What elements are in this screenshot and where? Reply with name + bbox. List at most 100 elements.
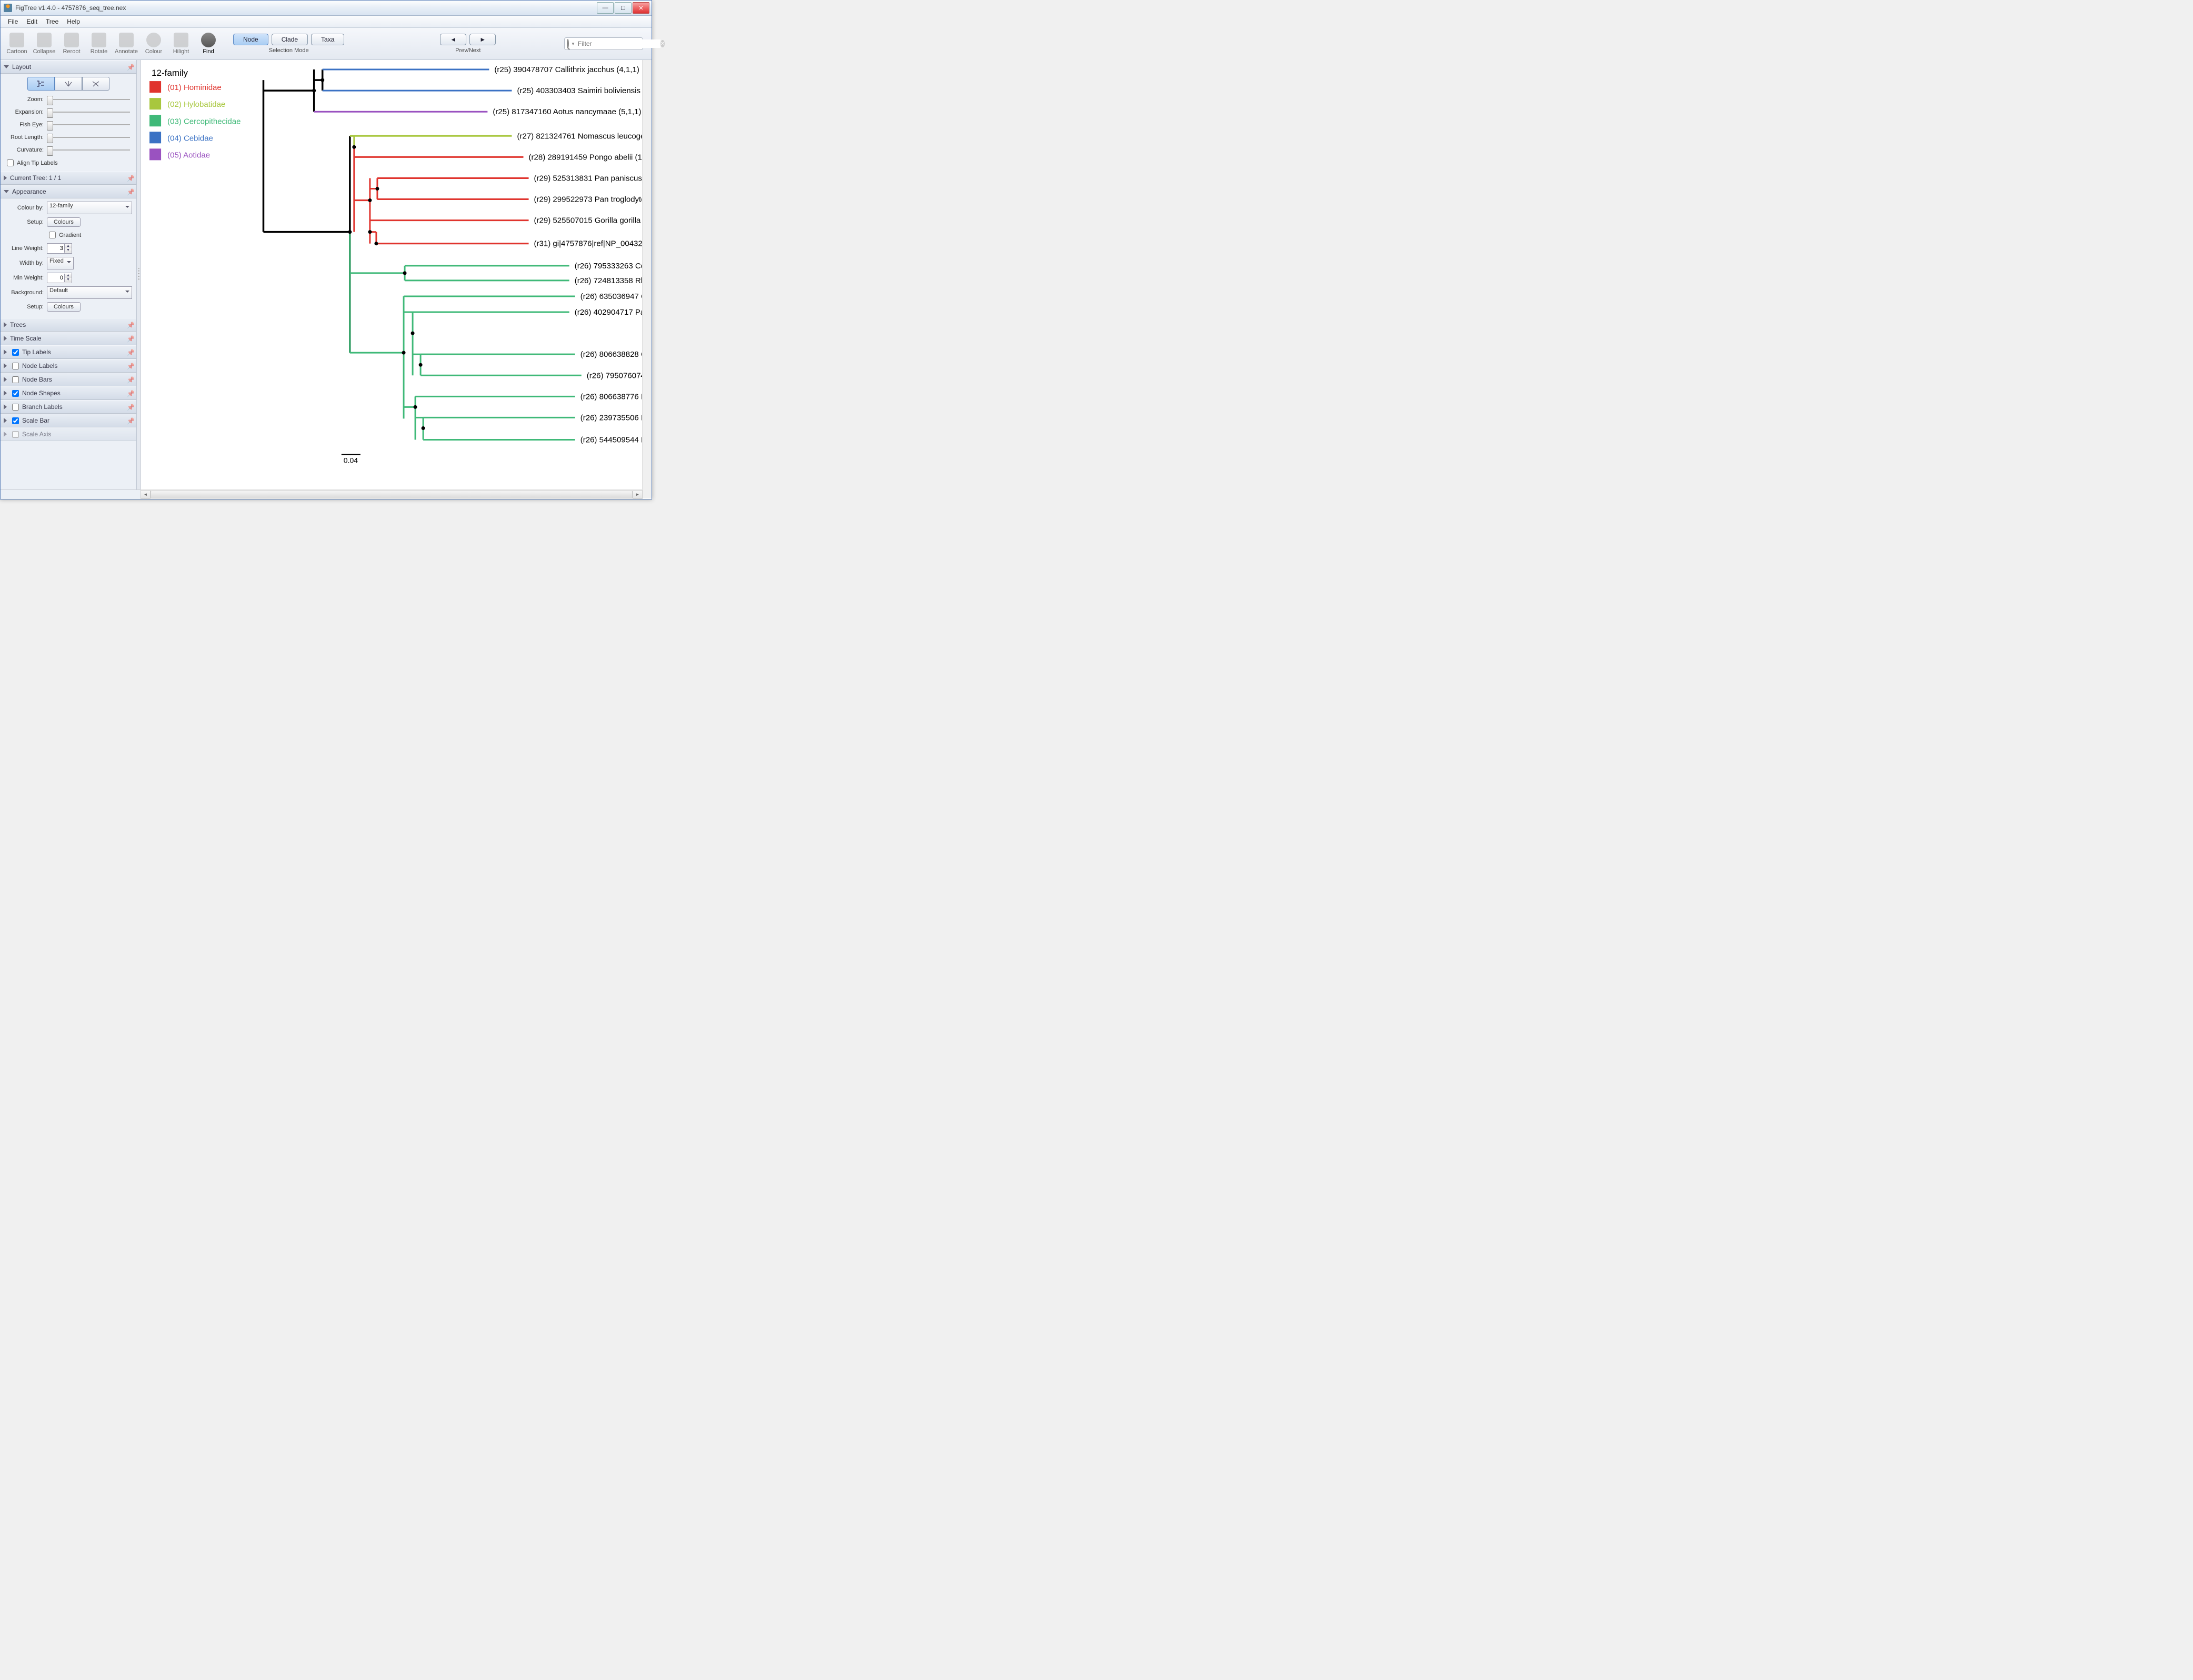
tip-label[interactable]: (r29) 525313831 Pan paniscus (1,1,1) xyxy=(534,174,642,183)
selmode-clade[interactable]: Clade xyxy=(272,34,308,45)
scroll-left-button[interactable]: ◄ xyxy=(141,490,151,499)
pin-icon[interactable]: 📌 xyxy=(127,64,133,70)
tip-label[interactable]: (r26) 635036947 Chlorocebus sabaeus (3,1… xyxy=(580,292,642,301)
spin-up-icon[interactable]: ▲ xyxy=(64,244,72,248)
clear-filter-button[interactable]: ✕ xyxy=(660,40,665,47)
fisheye-slider[interactable] xyxy=(47,120,132,129)
layout-rectangular[interactable] xyxy=(27,77,55,91)
pin-icon[interactable]: 📌 xyxy=(127,390,133,396)
panel-layout-header[interactable]: Layout 📌 xyxy=(1,60,136,74)
branchlabels-checkbox[interactable] xyxy=(12,404,19,411)
widthby-select[interactable]: Fixed xyxy=(47,257,74,269)
tool-colour[interactable]: Colour xyxy=(141,33,167,55)
next-button[interactable]: ► xyxy=(469,34,496,45)
spin-down-icon[interactable]: ▼ xyxy=(64,278,72,282)
tip-label[interactable]: (r27) 821324761 Nomascus leucogenys (2,1… xyxy=(517,132,642,141)
lineweight-stepper[interactable]: ▲▼ xyxy=(47,243,72,254)
menu-edit[interactable]: Edit xyxy=(22,17,42,26)
pin-icon[interactable]: 📌 xyxy=(127,363,133,369)
tip-label[interactable]: (r25) 390478707 Callithrix jacchus (4,1,… xyxy=(494,65,639,74)
colourby-select[interactable]: 12-family xyxy=(47,202,132,214)
scroll-right-button[interactable]: ► xyxy=(633,490,643,499)
pin-icon[interactable]: 📌 xyxy=(127,335,133,342)
tool-annotate[interactable]: Annotate xyxy=(113,33,139,55)
layout-radial[interactable] xyxy=(82,77,109,91)
panel-nodebars[interactable]: Node Bars📌 xyxy=(1,373,136,386)
close-button[interactable]: ✕ xyxy=(633,2,649,14)
tip-label[interactable]: (r26) 806638828 Cercocebus atys (3,1,1) xyxy=(580,350,642,359)
tip-label[interactable]: (r31) gi|4757876|ref|NP_004326.1| Homo s… xyxy=(534,239,642,248)
spin-up-icon[interactable]: ▲ xyxy=(64,274,72,278)
tip-label[interactable]: (r26) 806638776 Macaca nemestrina (3,1,1… xyxy=(580,392,642,401)
panel-tiplabels[interactable]: Tip Labels📌 xyxy=(1,345,136,359)
align-tip-labels-checkbox[interactable] xyxy=(7,159,14,166)
tree-canvas[interactable]: 12-family (01) Hominidae(02) Hylobatidae… xyxy=(141,60,642,489)
spin-down-icon[interactable]: ▼ xyxy=(64,248,72,253)
panel-timescale[interactable]: Time Scale📌 xyxy=(1,332,136,345)
zoom-slider[interactable] xyxy=(47,95,132,104)
expansion-slider[interactable] xyxy=(47,107,132,117)
gradient-checkbox[interactable] xyxy=(49,232,56,238)
pin-icon[interactable]: 📌 xyxy=(127,417,133,424)
tool-find[interactable]: Find xyxy=(195,33,222,55)
colours-button2[interactable]: Colours xyxy=(47,302,81,312)
horizontal-scrollbar[interactable]: ◄ ► xyxy=(141,489,643,499)
tip-label[interactable]: (r26) 795333263 Colobus angolensis palli… xyxy=(575,262,642,271)
tip-label[interactable]: (r26) 402904717 Papio anubis (3,1,1) xyxy=(575,308,642,317)
tip-label[interactable]: (r26) 724813358 Rhinopithecus roxellana … xyxy=(575,276,642,285)
svg-text:0.04: 0.04 xyxy=(344,456,358,465)
splitter[interactable] xyxy=(137,60,141,489)
tip-label[interactable]: (r29) 299522973 Pan troglodytes (1,1,1) xyxy=(534,195,642,204)
minimize-button[interactable]: — xyxy=(597,2,614,14)
scalebar-checkbox[interactable] xyxy=(12,417,19,424)
pin-icon[interactable]: 📌 xyxy=(127,322,133,328)
background-select[interactable]: Default xyxy=(47,286,132,299)
panel-currenttree[interactable]: Current Tree: 1 / 1📌 xyxy=(1,171,136,185)
nodebars-checkbox[interactable] xyxy=(12,376,19,383)
pin-icon[interactable]: 📌 xyxy=(127,404,133,410)
layout-polar[interactable] xyxy=(55,77,82,91)
window-title: FigTree v1.4.0 - 4757876_seq_tree.nex xyxy=(15,4,596,12)
rootlength-slider[interactable] xyxy=(47,133,132,142)
panel-appearance-header[interactable]: Appearance📌 xyxy=(1,185,136,198)
maximize-button[interactable]: ☐ xyxy=(615,2,632,14)
panel-trees[interactable]: Trees📌 xyxy=(1,318,136,332)
selmode-taxa[interactable]: Taxa xyxy=(311,34,344,45)
pin-icon[interactable]: 📌 xyxy=(127,349,133,355)
tip-label[interactable]: (r26) 239735506 Macaca mulatta (3,1,1) xyxy=(580,413,642,422)
tip-label[interactable]: (r26) 544509544 Macaca fascicularis (3,1… xyxy=(580,436,642,445)
scaleaxis-checkbox[interactable] xyxy=(12,431,19,438)
prev-button[interactable]: ◄ xyxy=(440,34,466,45)
tip-label[interactable]: (r25) 403303403 Saimiri boliviensis boli… xyxy=(517,86,642,95)
filter-box[interactable]: ▼ ✕ xyxy=(564,37,643,50)
panel-scaleaxis[interactable]: Scale Axis xyxy=(1,427,136,441)
tip-label[interactable]: (r25) 817347160 Aotus nancymaae (5,1,1) xyxy=(493,107,641,116)
panel-branchlabels[interactable]: Branch Labels📌 xyxy=(1,400,136,414)
tiplabels-checkbox[interactable] xyxy=(12,349,19,356)
minweight-stepper[interactable]: ▲▼ xyxy=(47,273,72,283)
tip-label[interactable]: (r26) 795076074 Mandrillus leucophaeus (… xyxy=(587,371,642,380)
filter-input[interactable] xyxy=(577,39,660,48)
panel-scalebar[interactable]: Scale Bar📌 xyxy=(1,414,136,427)
panel-nodeshapes[interactable]: Node Shapes📌 xyxy=(1,386,136,400)
pin-icon[interactable]: 📌 xyxy=(127,175,133,181)
pin-icon[interactable]: 📌 xyxy=(127,376,133,383)
tool-hilight[interactable]: Hilight xyxy=(168,33,194,55)
tip-label[interactable]: (r28) 289191459 Pongo abelii (1,1,1) xyxy=(529,153,642,162)
curvature-slider[interactable] xyxy=(47,145,132,155)
vertical-scrollbar[interactable] xyxy=(642,60,652,489)
menu-help[interactable]: Help xyxy=(63,17,84,26)
tool-reroot[interactable]: Reroot xyxy=(58,33,85,55)
nodelabels-checkbox[interactable] xyxy=(12,363,19,369)
pin-icon[interactable]: 📌 xyxy=(127,188,133,195)
tool-rotate[interactable]: Rotate xyxy=(86,33,112,55)
panel-nodelabels[interactable]: Node Labels📌 xyxy=(1,359,136,373)
tool-collapse[interactable]: Collapse xyxy=(31,33,57,55)
colours-button[interactable]: Colours xyxy=(47,217,81,227)
menu-tree[interactable]: Tree xyxy=(42,17,63,26)
tool-cartoon[interactable]: Cartoon xyxy=(4,33,30,55)
selmode-node[interactable]: Node xyxy=(233,34,268,45)
nodeshapes-checkbox[interactable] xyxy=(12,390,19,397)
menu-file[interactable]: File xyxy=(4,17,22,26)
tip-label[interactable]: (r29) 525507015 Gorilla gorilla (1,1,1) xyxy=(534,216,642,225)
